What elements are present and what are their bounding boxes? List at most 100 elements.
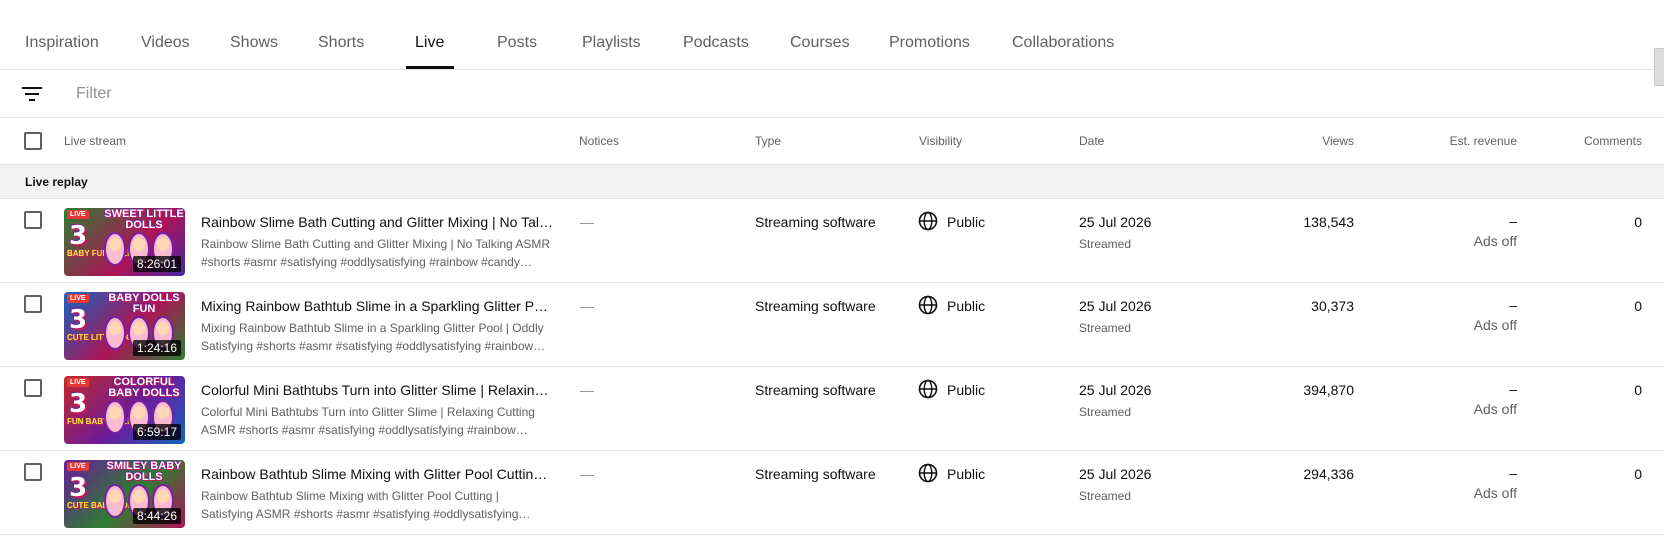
date-value: 25 Jul 2026 bbox=[1079, 382, 1152, 398]
notices-value: — bbox=[580, 466, 594, 482]
video-thumbnail[interactable]: LIVE 3 COLORFUL BABY DOLLS FUN BABY DOLL… bbox=[64, 376, 185, 444]
tab-posts[interactable]: Posts bbox=[497, 34, 537, 52]
globe-icon[interactable] bbox=[918, 295, 938, 315]
comments-count: 0 bbox=[1634, 298, 1642, 314]
thumbnail-side-text: BABY FUN DOLLS bbox=[67, 249, 138, 258]
filter-bar bbox=[0, 70, 1664, 118]
views-count: 394,870 bbox=[1303, 382, 1354, 398]
revenue-status: Ads off bbox=[1473, 401, 1517, 417]
visibility-label[interactable]: Public bbox=[947, 382, 985, 398]
section-label: Live replay bbox=[25, 175, 88, 189]
table-row: LIVE 3 SWEET LITTLE DOLLS BABY FUN DOLLS… bbox=[0, 199, 1664, 283]
date-value: 25 Jul 2026 bbox=[1079, 298, 1152, 314]
column-notices: Notices bbox=[579, 134, 620, 148]
tab-podcasts[interactable]: Podcasts bbox=[683, 34, 749, 52]
revenue-status: Ads off bbox=[1473, 317, 1517, 333]
column-visibility: Visibility bbox=[919, 134, 963, 148]
date-status: Streamed bbox=[1079, 237, 1132, 251]
live-badge: LIVE bbox=[67, 210, 89, 219]
row-checkbox[interactable] bbox=[24, 211, 42, 229]
thumbnail-number: 3 bbox=[69, 473, 88, 503]
video-thumbnail[interactable]: LIVE 3 BABY DOLLS FUN CUTE LITTLE DOLLS … bbox=[64, 292, 185, 360]
stream-type: Streaming software bbox=[755, 298, 876, 314]
table-row: LIVE 3 SMILEY BABY DOLLS CUTE BABY DOLLS… bbox=[0, 451, 1664, 535]
column-comments[interactable]: Comments bbox=[1584, 134, 1642, 148]
comments-count: 0 bbox=[1634, 382, 1642, 398]
revenue-status: Ads off bbox=[1473, 485, 1517, 501]
video-description: Mixing Rainbow Bathtub Slime in a Sparkl… bbox=[201, 321, 546, 353]
video-duration: 8:26:01 bbox=[132, 256, 181, 272]
doll-graphic bbox=[104, 232, 126, 266]
row-checkbox[interactable] bbox=[24, 295, 42, 313]
thumbnail-headline: BABY DOLLS FUN bbox=[108, 292, 180, 315]
tab-promotions[interactable]: Promotions bbox=[889, 34, 970, 52]
thumbnail-headline: SWEET LITTLE DOLLS bbox=[104, 208, 184, 231]
column-est-revenue[interactable]: Est. revenue bbox=[1450, 134, 1517, 148]
tab-live[interactable]: Live bbox=[415, 34, 444, 52]
date-value: 25 Jul 2026 bbox=[1079, 214, 1152, 230]
visibility-label[interactable]: Public bbox=[947, 298, 985, 314]
notices-value: — bbox=[580, 298, 594, 314]
tab-playlists[interactable]: Playlists bbox=[582, 34, 641, 52]
table-header: Live stream Notices Type Visibility Date… bbox=[0, 118, 1664, 165]
video-thumbnail[interactable]: LIVE 3 SWEET LITTLE DOLLS BABY FUN DOLLS… bbox=[64, 208, 185, 276]
filter-list-icon[interactable] bbox=[21, 85, 43, 103]
views-count: 138,543 bbox=[1303, 214, 1354, 230]
revenue-value: – bbox=[1509, 381, 1517, 397]
column-views[interactable]: Views bbox=[1322, 134, 1354, 148]
views-count: 294,336 bbox=[1303, 466, 1354, 482]
channel-content-tabs: Inspiration Videos Shows Shorts Live Pos… bbox=[0, 0, 1664, 70]
globe-icon[interactable] bbox=[918, 211, 938, 231]
select-all-checkbox[interactable] bbox=[24, 132, 42, 150]
row-checkbox[interactable] bbox=[24, 379, 42, 397]
revenue-value: – bbox=[1509, 297, 1517, 313]
date-status: Streamed bbox=[1079, 321, 1132, 335]
row-checkbox[interactable] bbox=[24, 463, 42, 481]
thumbnail-number: 3 bbox=[69, 389, 88, 419]
video-description: Colorful Mini Bathtubs Turn into Glitter… bbox=[201, 405, 535, 437]
notices-value: — bbox=[580, 214, 594, 230]
column-live-stream[interactable]: Live stream bbox=[64, 134, 126, 148]
globe-icon[interactable] bbox=[918, 379, 938, 399]
tab-collaborations[interactable]: Collaborations bbox=[1012, 34, 1114, 52]
views-count: 30,373 bbox=[1311, 298, 1354, 314]
stream-type: Streaming software bbox=[755, 382, 876, 398]
video-description: Rainbow Slime Bath Cutting and Glitter M… bbox=[201, 237, 551, 269]
comments-count: 0 bbox=[1634, 466, 1642, 482]
video-duration: 6:59:17 bbox=[132, 424, 181, 440]
video-description: Rainbow Bathtub Slime Mixing with Glitte… bbox=[201, 489, 531, 521]
visibility-label[interactable]: Public bbox=[947, 466, 985, 482]
active-tab-indicator bbox=[406, 66, 454, 69]
video-thumbnail[interactable]: LIVE 3 SMILEY BABY DOLLS CUTE BABY DOLLS… bbox=[64, 460, 185, 528]
tab-videos[interactable]: Videos bbox=[141, 34, 190, 52]
section-live-replay: Live replay bbox=[0, 165, 1664, 199]
video-title[interactable]: Colorful Mini Bathtubs Turn into Glitter… bbox=[201, 382, 553, 398]
tab-shorts[interactable]: Shorts bbox=[318, 34, 364, 52]
live-badge: LIVE bbox=[67, 294, 89, 303]
tab-shows[interactable]: Shows bbox=[230, 34, 278, 52]
filter-input[interactable] bbox=[76, 80, 676, 108]
video-title[interactable]: Mixing Rainbow Bathtub Slime in a Sparkl… bbox=[201, 298, 553, 314]
tab-courses[interactable]: Courses bbox=[790, 34, 850, 52]
video-title[interactable]: Rainbow Slime Bath Cutting and Glitter M… bbox=[201, 214, 553, 230]
doll-graphic bbox=[104, 484, 126, 518]
revenue-value: – bbox=[1509, 213, 1517, 229]
globe-icon[interactable] bbox=[918, 463, 938, 483]
visibility-label[interactable]: Public bbox=[947, 214, 985, 230]
video-duration: 8:44:26 bbox=[132, 508, 181, 524]
column-type: Type bbox=[755, 134, 782, 148]
stream-type: Streaming software bbox=[755, 466, 876, 482]
doll-graphic bbox=[104, 400, 126, 434]
doll-graphic bbox=[104, 316, 126, 350]
live-badge: LIVE bbox=[67, 378, 89, 387]
tab-inspiration[interactable]: Inspiration bbox=[25, 34, 99, 52]
notices-value: — bbox=[580, 382, 594, 398]
column-date[interactable]: Date bbox=[1079, 134, 1104, 148]
video-title[interactable]: Rainbow Bathtub Slime Mixing with Glitte… bbox=[201, 466, 553, 482]
video-duration: 1:24:16 bbox=[132, 340, 181, 356]
thumbnail-headline: SMILEY BABY DOLLS bbox=[106, 460, 182, 483]
live-badge: LIVE bbox=[67, 462, 89, 471]
thumbnail-number: 3 bbox=[69, 221, 88, 251]
thumbnail-headline: COLORFUL BABY DOLLS bbox=[108, 376, 180, 399]
thumbnail-side-text: FUN BABY DOLLS bbox=[67, 417, 138, 426]
